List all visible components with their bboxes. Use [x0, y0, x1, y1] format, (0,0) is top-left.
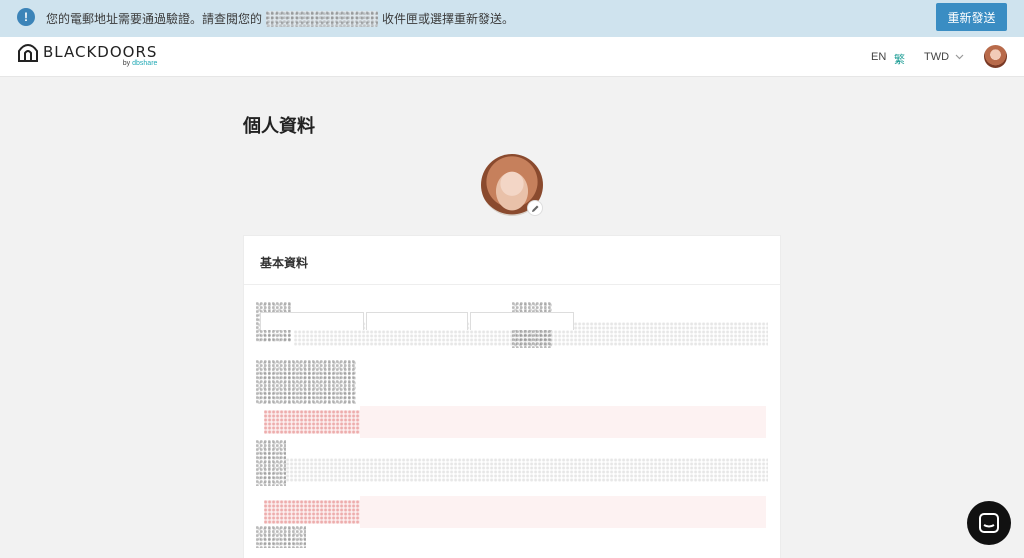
logo-text: BLACKDOORS — [43, 43, 158, 61]
redacted-email — [266, 10, 379, 27]
select-field[interactable] — [470, 312, 574, 330]
select-field[interactable] — [260, 312, 364, 330]
language-en-option[interactable]: EN — [871, 51, 886, 63]
logo-byline: by dbshare — [123, 60, 158, 67]
user-avatar[interactable] — [984, 45, 1007, 68]
edit-avatar-button[interactable] — [527, 200, 543, 216]
resend-button[interactable]: 重新發送 — [936, 3, 1007, 31]
basic-info-card: 基本資料 — [243, 235, 781, 558]
currency-selector[interactable]: TWD — [924, 51, 949, 63]
select-field[interactable] — [366, 312, 468, 330]
exclamation-icon: ! — [17, 8, 35, 26]
chat-bubble-icon — [979, 513, 999, 533]
brand-logo[interactable]: BLACKDOORS by dbshare — [17, 43, 157, 73]
redacted-label — [256, 440, 286, 486]
redacted-error-field — [360, 496, 766, 528]
redacted-error-field — [360, 406, 766, 438]
redacted-error — [264, 410, 360, 434]
logo-by-text: by — [122, 60, 131, 67]
redacted-field — [256, 360, 356, 404]
chevron-down-icon[interactable] — [955, 52, 964, 61]
email-verification-banner: ! 您的電郵地址需要通過驗證。請查閱您的 收件匣或選擇重新發送。 重新發送 — [0, 0, 1024, 37]
logo-icon — [18, 44, 38, 62]
language-zh-option[interactable]: 繁 — [894, 51, 905, 67]
chat-button[interactable] — [967, 501, 1011, 545]
verification-message-end: 收件匣或選擇重新發送。 — [382, 12, 515, 26]
verification-message-start: 您的電郵地址需要通過驗證。請查閱您的 — [46, 12, 263, 26]
card-divider — [244, 284, 780, 285]
verification-message: 您的電郵地址需要通過驗證。請查閱您的 收件匣或選擇重新發送。 — [46, 10, 514, 27]
redacted-label — [256, 526, 306, 548]
redacted-error — [264, 500, 360, 524]
top-navbar: BLACKDOORS by dbshare EN 繁 TWD — [0, 37, 1024, 77]
card-title: 基本資料 — [260, 256, 309, 270]
redacted-field — [286, 458, 768, 482]
page-title: 個人資料 — [243, 116, 315, 136]
logo-brand-text: dbshare — [132, 60, 158, 67]
pencil-icon — [531, 205, 538, 212]
